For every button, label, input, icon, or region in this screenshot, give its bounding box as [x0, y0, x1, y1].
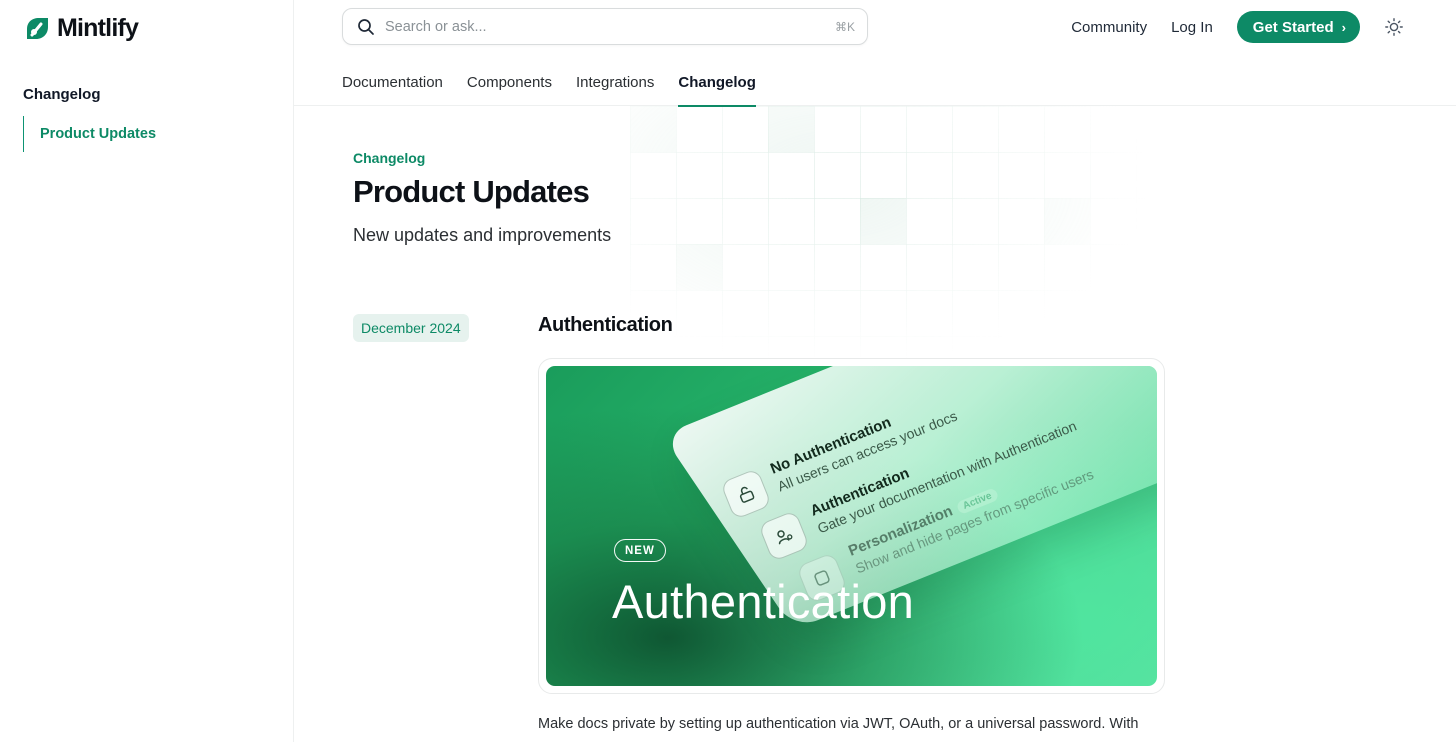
get-started-label: Get Started — [1252, 18, 1334, 36]
tab-components[interactable]: Components — [467, 58, 552, 106]
background-grid — [630, 60, 1150, 366]
page-eyebrow: Changelog — [353, 150, 426, 166]
date-badge: December 2024 — [353, 314, 469, 342]
mintlify-logo-icon — [27, 17, 48, 39]
tab-integrations[interactable]: Integrations — [576, 58, 654, 106]
chevron-right-icon: › — [1341, 19, 1346, 35]
page-title: Product Updates — [353, 174, 590, 209]
page-subtitle: New updates and improvements — [353, 225, 612, 245]
search-input[interactable]: Search or ask... ⌘K — [342, 8, 868, 45]
header-nav: Community Log In Get Started › — [1071, 11, 1404, 43]
community-link[interactable]: Community — [1071, 19, 1147, 36]
hero-image: No Authentication All users can access y… — [546, 366, 1157, 686]
sun-icon[interactable] — [1384, 17, 1404, 37]
top-header: Search or ask... ⌘K Community Log In Get… — [294, 0, 1456, 107]
sidebar-item-product-updates[interactable]: Product Updates — [23, 116, 273, 152]
hero-title: Authentication — [612, 575, 915, 628]
entry-title: Authentication — [538, 314, 673, 336]
entry-body-text: Make docs private by setting up authenti… — [538, 716, 1139, 732]
tab-documentation[interactable]: Documentation — [342, 58, 443, 106]
hero-image-frame: No Authentication All users can access y… — [538, 358, 1165, 694]
logo-text: Mintlify — [57, 14, 139, 42]
search-shortcut: ⌘K — [834, 19, 855, 34]
get-started-button[interactable]: Get Started › — [1236, 11, 1360, 43]
search-icon — [358, 18, 374, 35]
logo[interactable]: Mintlify — [23, 14, 139, 43]
tab-changelog[interactable]: Changelog — [678, 58, 756, 107]
sidebar-group-title: Changelog — [23, 86, 101, 103]
new-pill: NEW — [614, 539, 666, 562]
login-link[interactable]: Log In — [1171, 19, 1213, 36]
sidebar: Mintlify Changelog Product Updates — [0, 0, 294, 742]
tabs-nav: Documentation Components Integrations Ch… — [342, 58, 780, 107]
search-placeholder: Search or ask... — [385, 18, 487, 35]
